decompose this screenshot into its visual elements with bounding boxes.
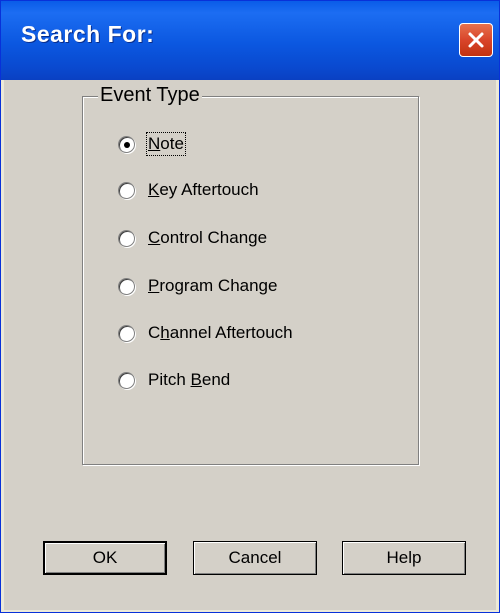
radio-program-change[interactable]: Program Change: [118, 273, 277, 299]
cancel-button[interactable]: Cancel: [193, 541, 317, 575]
event-type-legend: Event Type: [98, 84, 202, 107]
radio-pitch-bend[interactable]: Pitch Bend: [118, 367, 230, 393]
radio-key-aftertouch[interactable]: Key Aftertouch: [118, 177, 259, 203]
close-button[interactable]: [459, 23, 493, 57]
radio-button-icon[interactable]: [118, 324, 135, 342]
radio-control-change[interactable]: Control Change: [118, 225, 267, 251]
radio-button-icon[interactable]: [118, 277, 135, 295]
search-for-dialog: Search For: Event Type Note Key Aftertou…: [0, 0, 500, 613]
help-button[interactable]: Help: [342, 541, 466, 575]
radio-note[interactable]: Note: [118, 131, 186, 157]
radio-key-aftertouch-label: Key Aftertouch: [148, 180, 259, 199]
radio-note-label: Note: [146, 132, 186, 156]
radio-button-icon[interactable]: [118, 371, 135, 389]
radio-channel-aftertouch[interactable]: Channel Aftertouch: [118, 320, 293, 346]
radio-button-icon[interactable]: [118, 181, 135, 199]
radio-control-change-label: Control Change: [148, 228, 268, 247]
title-bar[interactable]: Search For:: [1, 1, 499, 80]
ok-button[interactable]: OK: [43, 541, 167, 575]
dialog-title: Search For:: [21, 21, 155, 47]
radio-selected-dot: [124, 141, 130, 148]
radio-button-icon[interactable]: [118, 135, 135, 153]
close-icon: [468, 32, 484, 48]
dialog-client-area: Event Type Note Key Aftertouch Control C…: [4, 80, 496, 610]
radio-button-icon[interactable]: [118, 229, 135, 247]
radio-pitch-bend-label: Pitch Bend: [148, 370, 231, 389]
radio-program-change-label: Program Change: [148, 276, 278, 295]
radio-channel-aftertouch-label: Channel Aftertouch: [148, 323, 293, 342]
